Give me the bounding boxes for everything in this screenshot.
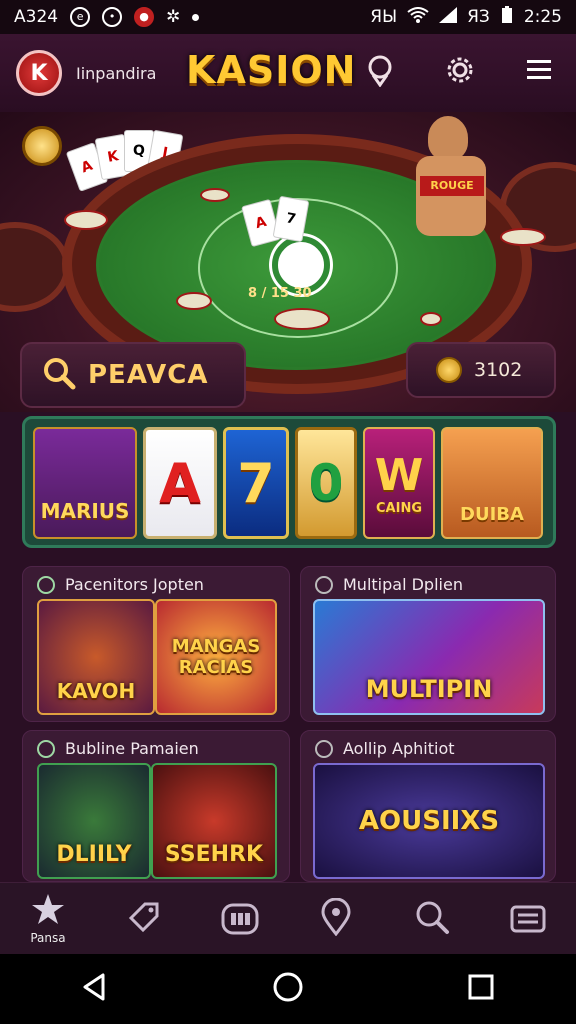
nav-map[interactable]	[306, 889, 366, 949]
game-section: Bubline Pamaien DLIILY SSEHRK	[22, 730, 290, 882]
nav-games[interactable]	[210, 889, 270, 949]
reel-label: W	[374, 450, 424, 501]
battery-icon	[500, 5, 514, 29]
cell-signal-icon	[439, 6, 458, 28]
dealer-shirt-text: ROUGE	[420, 176, 484, 196]
reel-tile[interactable]: DUIBA	[441, 427, 543, 539]
record-icon: ●	[134, 7, 155, 27]
reel-tile[interactable]: 7	[223, 427, 289, 539]
game-title: MULTIPIN	[365, 675, 493, 703]
section-title: Aollip Aphitiot	[343, 739, 455, 758]
bottom-navigation: Pansa	[0, 882, 576, 954]
star-icon	[31, 893, 65, 929]
notification-icon: e	[70, 7, 91, 27]
coin-icon	[436, 357, 462, 383]
wifi-icon	[407, 6, 429, 28]
nav-home[interactable]: Pansa	[18, 889, 78, 949]
game-title: DLIILY	[56, 842, 132, 867]
location-pin-icon	[319, 897, 353, 940]
reel-tile[interactable]: W CAING	[363, 427, 435, 539]
reel-tile[interactable]: MARIUS	[33, 427, 137, 539]
menu-icon[interactable]	[522, 52, 558, 88]
balance-value: 3102	[474, 359, 523, 381]
balance-display[interactable]: 3102	[406, 342, 556, 398]
clock: 2:25	[523, 7, 562, 27]
settings-icon[interactable]	[442, 52, 478, 88]
app-logo[interactable]: K	[16, 50, 62, 96]
tag-icon	[127, 900, 161, 938]
search-icon	[42, 356, 76, 394]
game-section: Pacenitors Jopten KAVOH MANGAS RACIAS	[22, 566, 290, 722]
signal-label: ЯЫ	[370, 7, 398, 27]
reel-tile[interactable]: 0	[295, 427, 357, 539]
chip-icon	[420, 312, 442, 326]
chip-icon	[274, 308, 330, 330]
reel-label: 0	[308, 454, 344, 512]
location-icon[interactable]	[362, 52, 398, 88]
game-title: KAVOH	[56, 679, 136, 703]
chip-icon	[176, 292, 212, 310]
game-tile[interactable]: AOUSIIXS	[313, 763, 545, 879]
chip-icon	[200, 188, 230, 202]
nav-search[interactable]	[402, 889, 462, 949]
reel-label: 7	[237, 451, 275, 515]
dot-icon	[192, 13, 200, 21]
game-tile[interactable]: SSEHRK	[151, 763, 277, 879]
app-subtitle: Iinpandira	[76, 63, 157, 83]
search-label: PEAVCA	[88, 360, 209, 390]
reel-label: DUIBA	[460, 504, 524, 525]
messenger-icon: •	[102, 7, 123, 27]
recents-icon[interactable]	[467, 973, 495, 1005]
wallet-icon	[509, 901, 547, 937]
featured-slots-strip[interactable]: MARIUS A 7 0 W CAING DUIBA	[22, 416, 556, 548]
game-title: AOUSIIXS	[358, 806, 500, 836]
reel-label: A	[159, 451, 201, 515]
reel-sub-label: CAING	[376, 501, 422, 516]
section-title: Bubline Pamaien	[65, 739, 199, 758]
section-icon	[315, 739, 333, 758]
slot-machine-icon	[220, 899, 260, 939]
section-icon	[37, 739, 55, 758]
game-title: MANGAS RACIAS	[171, 636, 261, 678]
felt-text: 8 / 15 30	[248, 286, 312, 301]
dealer-character: ROUGE	[398, 116, 508, 256]
nav-home-label: Pansa	[30, 930, 66, 945]
search-button[interactable]: PEAVCA	[20, 342, 246, 408]
battery-label: ЯЗ	[467, 7, 490, 27]
game-section: Aollip Aphitiot AOUSIIXS	[300, 730, 556, 882]
chip-icon	[64, 210, 108, 230]
reel-label: MARIUS	[40, 499, 130, 523]
section-title: Pacenitors Jopten	[65, 575, 204, 594]
section-icon	[315, 575, 333, 594]
carrier-label: A324	[14, 7, 59, 27]
nav-wallet[interactable]	[498, 889, 558, 949]
search-icon	[414, 899, 450, 939]
settings-mini-icon: ✲	[166, 7, 181, 27]
nav-promotions[interactable]	[114, 889, 174, 949]
logo-text: K	[30, 60, 48, 86]
status-bar: A324 e • ● ✲ ЯЫ ЯЗ 2:25	[0, 0, 576, 34]
section-icon	[37, 575, 55, 594]
game-tile[interactable]: MANGAS RACIAS	[155, 599, 277, 715]
brand-title: KASION	[186, 48, 357, 92]
side-roulette-left	[0, 222, 70, 312]
game-tile[interactable]: MULTIPIN	[313, 599, 545, 715]
game-title: SSEHRK	[164, 842, 264, 867]
section-title: Multipal Dplien	[343, 575, 463, 594]
app-bar: K Iinpandira KASION	[0, 34, 576, 112]
gold-coin-icon	[22, 126, 62, 166]
home-icon[interactable]	[272, 971, 304, 1007]
game-section: Multipal Dplien MULTIPIN	[300, 566, 556, 722]
game-tile[interactable]: KAVOH	[37, 599, 155, 715]
back-icon[interactable]	[81, 973, 109, 1005]
reel-tile[interactable]: A	[143, 427, 217, 539]
system-navigation	[0, 954, 576, 1024]
game-tile[interactable]: DLIILY	[37, 763, 151, 879]
